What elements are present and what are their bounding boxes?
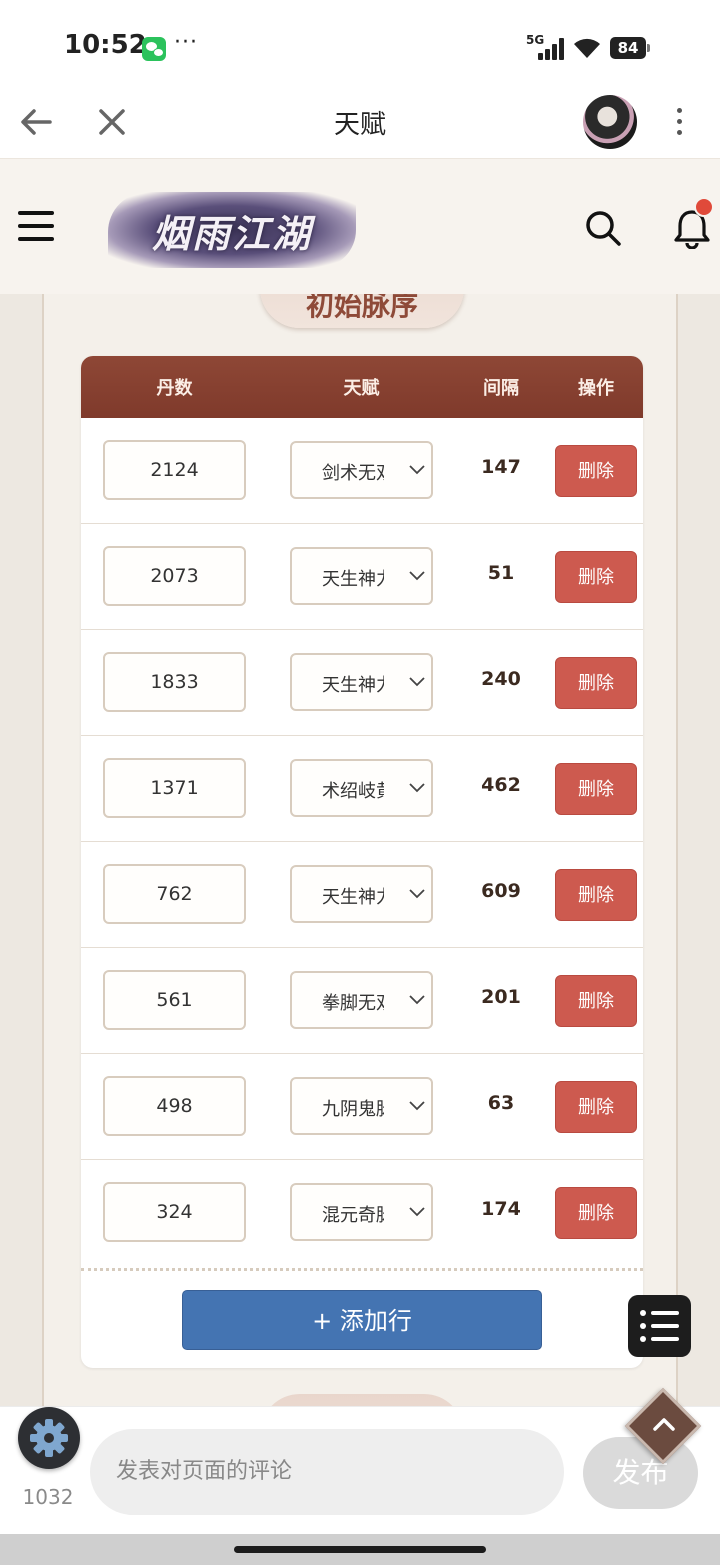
table-row: 561 拳脚无双 201 删除 <box>81 948 643 1054</box>
talent-select-value: 术绍岐黄 <box>322 781 384 801</box>
site-logo[interactable]: 烟雨江湖 <box>108 192 356 268</box>
talent-select-value: 天生神力 <box>322 569 384 589</box>
interval-value: 51 <box>487 562 515 584</box>
delete-button[interactable]: 删除 <box>555 1187 637 1239</box>
interval-value: 240 <box>481 668 521 690</box>
interval-value: 63 <box>487 1092 515 1114</box>
table-row: 498 九阴鬼脉 63 删除 <box>81 1054 643 1160</box>
interval-value: 201 <box>481 986 521 1008</box>
pills-input[interactable]: 2073 <box>103 546 246 606</box>
table-row: 324 混元奇脉 174 删除 <box>81 1160 643 1266</box>
header-pills: 丹数 <box>156 378 193 399</box>
header-interval: 间隔 <box>483 378 519 399</box>
delete-button[interactable]: 删除 <box>555 551 637 603</box>
signal-icon <box>538 38 566 60</box>
chevron-down-icon <box>409 783 425 793</box>
pills-input[interactable]: 1833 <box>103 652 246 712</box>
delete-button[interactable]: 删除 <box>555 1081 637 1133</box>
chevron-down-icon <box>409 995 425 1005</box>
next-section-tab <box>260 1394 464 1406</box>
notification-dot <box>694 197 714 217</box>
interval-value: 462 <box>481 774 521 796</box>
table-row: 1371 术绍岐黄 462 删除 <box>81 736 643 842</box>
chevron-down-icon <box>409 889 425 899</box>
chevron-down-icon <box>409 571 425 581</box>
table-row: 2124 剑术无双 147 删除 <box>81 418 643 524</box>
talent-select[interactable]: 天生神力 <box>290 547 433 605</box>
site-header: 烟雨江湖 <box>0 158 720 294</box>
battery-cap <box>647 44 650 52</box>
settings-button[interactable] <box>18 1407 80 1469</box>
chevron-down-icon <box>409 677 425 687</box>
talent-select-value: 混元奇脉 <box>322 1205 384 1225</box>
content-area: 初始脉序 丹数 天赋 间隔 操作 2124 剑术无双 147 删除 2073 <box>0 294 720 1406</box>
chevron-down-icon <box>409 465 425 475</box>
wifi-icon <box>574 38 600 58</box>
publish-button[interactable]: 发布 <box>583 1437 698 1509</box>
add-row-button[interactable]: + 添加行 <box>182 1290 542 1350</box>
delete-button[interactable]: 删除 <box>555 975 637 1027</box>
pills-input[interactable]: 2124 <box>103 440 246 500</box>
list-icon[interactable] <box>628 1295 691 1357</box>
search-icon[interactable] <box>584 209 622 247</box>
talent-select-value: 天生神力 <box>322 887 384 907</box>
talent-select-value: 九阴鬼脉 <box>322 1099 384 1119</box>
talent-select[interactable]: 拳脚无双 <box>290 971 433 1029</box>
chevron-down-icon <box>409 1207 425 1217</box>
talent-select[interactable]: 天生神力 <box>290 653 433 711</box>
talent-select[interactable]: 混元奇脉 <box>290 1183 433 1241</box>
more-notifications-indicator: ··· <box>174 30 198 55</box>
pills-input[interactable]: 498 <box>103 1076 246 1136</box>
wechat-notification-icon <box>142 37 166 61</box>
status-time: 10:52 <box>64 30 147 60</box>
pills-input[interactable]: 762 <box>103 864 246 924</box>
talent-select[interactable]: 术绍岐黄 <box>290 759 433 817</box>
comment-count: 1032 <box>22 1485 74 1509</box>
battery-indicator: 84 <box>610 37 646 59</box>
delete-button[interactable]: 删除 <box>555 763 637 815</box>
table-row: 1833 天生神力 240 删除 <box>81 630 643 736</box>
header-action: 操作 <box>578 378 614 399</box>
interval-value: 609 <box>481 880 521 902</box>
pills-input[interactable]: 324 <box>103 1182 246 1242</box>
talent-select-value: 剑术无双 <box>322 463 384 483</box>
top-navigation: 天赋 <box>0 86 720 158</box>
gear-icon <box>30 1419 68 1457</box>
pills-input[interactable]: 1371 <box>103 758 246 818</box>
more-vertical-icon[interactable] <box>668 106 692 138</box>
table-header: 丹数 天赋 间隔 操作 <box>81 356 643 418</box>
talent-select[interactable]: 天生神力 <box>290 865 433 923</box>
talent-select[interactable]: 剑术无双 <box>290 441 433 499</box>
table-divider <box>81 1268 643 1271</box>
status-bar: 10:52 ··· 5G 84 <box>0 0 720 86</box>
talent-select-value: 拳脚无双 <box>322 993 384 1013</box>
hamburger-icon[interactable] <box>18 211 54 243</box>
delete-button[interactable]: 删除 <box>555 445 637 497</box>
comment-bar: 1032 发表对页面的评论 发布 <box>0 1387 720 1534</box>
interval-value: 174 <box>481 1198 521 1220</box>
home-indicator[interactable] <box>234 1546 486 1553</box>
comment-input[interactable]: 发表对页面的评论 <box>90 1429 564 1515</box>
section-title: 初始脉序 <box>260 294 464 328</box>
content-panel: 初始脉序 丹数 天赋 间隔 操作 2124 剑术无双 147 删除 2073 <box>42 294 678 1406</box>
logo-text: 烟雨江湖 <box>151 210 312 256</box>
pills-input[interactable]: 561 <box>103 970 246 1030</box>
gesture-area <box>0 1534 720 1565</box>
delete-button[interactable]: 删除 <box>555 657 637 709</box>
talent-select[interactable]: 九阴鬼脉 <box>290 1077 433 1135</box>
avatar[interactable] <box>583 95 637 149</box>
table-row: 2073 天生神力 51 删除 <box>81 524 643 630</box>
chevron-up-icon <box>653 1418 675 1431</box>
talent-table: 丹数 天赋 间隔 操作 2124 剑术无双 147 删除 2073 天生神力 <box>81 356 643 1368</box>
delete-button[interactable]: 删除 <box>555 869 637 921</box>
talent-select-value: 天生神力 <box>322 675 384 695</box>
chevron-down-icon <box>409 1101 425 1111</box>
interval-value: 147 <box>481 456 521 478</box>
header-talent: 天赋 <box>343 378 380 399</box>
table-row: 762 天生神力 609 删除 <box>81 842 643 948</box>
